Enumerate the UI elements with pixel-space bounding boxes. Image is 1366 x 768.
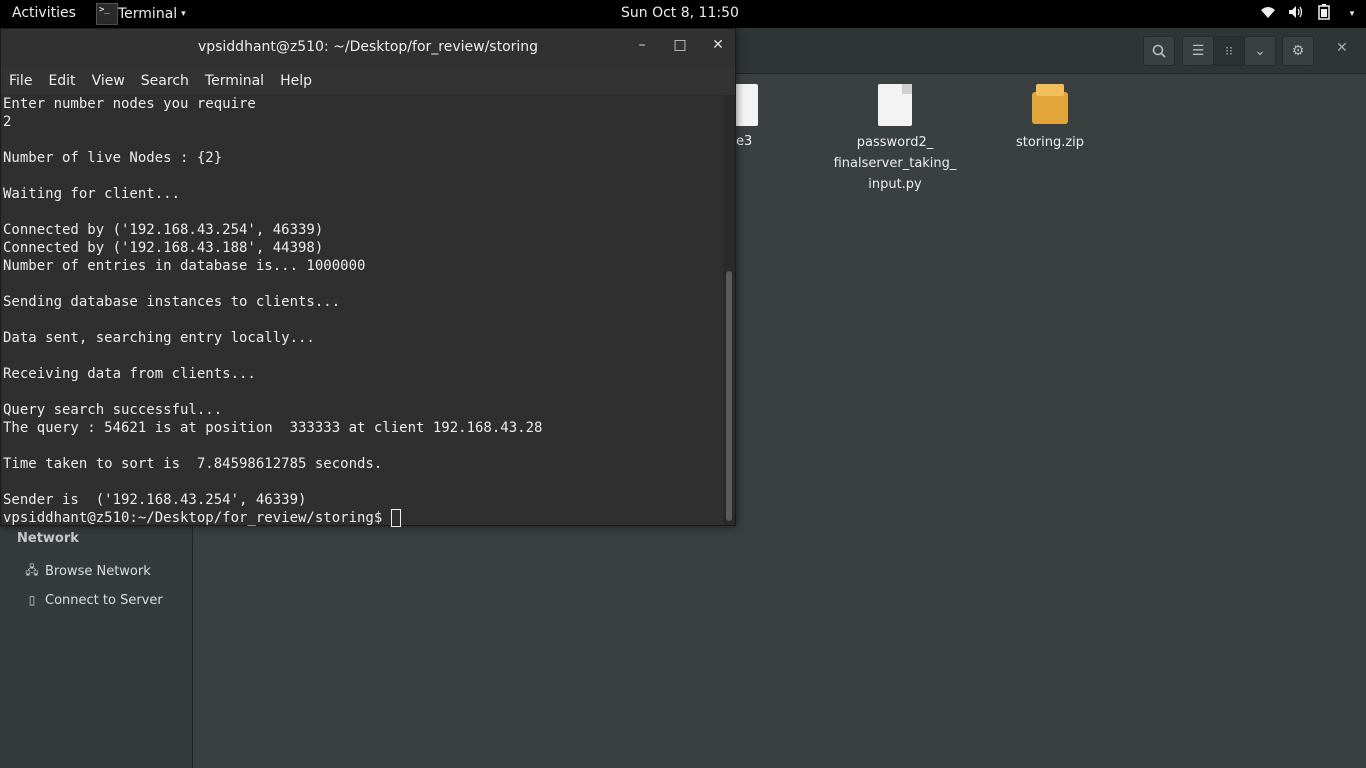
scrollbar-thumb[interactable] [726,271,732,521]
chevron-down-icon[interactable]: ▾ [1338,9,1366,19]
terminal-line: Waiting for client... [3,186,181,202]
wifi-icon[interactable] [1254,5,1282,23]
volume-icon[interactable] [1282,5,1310,23]
terminal-lines: Enter number nodes you require 2 Number … [3,96,542,508]
terminal-line: Query search successful... [3,402,223,418]
shell-prompt: vpsiddhant@z510:~/Desktop/for_review/sto… [3,510,391,526]
file-item-partial[interactable]: e3 [736,84,796,149]
terminal-line: Data sent, searching entry locally... [3,330,315,346]
sidebar-item-connect-server[interactable]: ▯ Connect to Server [24,589,163,611]
document-icon [878,84,912,126]
menu-edit[interactable]: Edit [40,73,83,89]
terminal-text: Enter number nodes you require 2 Number … [3,95,542,527]
menu-terminal[interactable]: Terminal [197,73,272,89]
terminal-line: Connected by ('192.168.43.188', 44398) [3,240,324,256]
system-tray[interactable]: ▾ [1254,0,1366,28]
window-title: vpsiddhant@z510: ~/Desktop/for_review/st… [197,39,539,55]
search-icon [1152,44,1166,58]
file-name-line: finalserver_taking_ [833,156,957,171]
settings-button[interactable]: ⚙ [1282,36,1314,66]
terminal-window[interactable]: vpsiddhant@z510: ~/Desktop/for_review/st… [0,28,736,527]
terminal-line: Sending database instances to clients... [3,294,341,310]
network-icon: 🖧 [25,562,39,577]
app-menu-label: Terminal [118,6,178,22]
terminal-line: Connected by ('192.168.43.254', 46339) [3,222,324,238]
file-name: storing.zip [1015,135,1085,150]
terminal-line: Number of entries in database is... 1000… [3,258,366,274]
menu-view[interactable]: View [84,73,133,89]
sidebar-item-label: Connect to Server [45,592,163,608]
terminal-output[interactable]: Enter number nodes you require 2 Number … [1,95,723,527]
menu-search[interactable]: Search [133,73,197,89]
terminal-line: 2 [3,114,12,130]
terminal-scrollbar[interactable] [723,95,735,525]
list-icon: ☰ [1191,43,1205,59]
clock[interactable]: Sun Oct 8, 11:50 [621,5,739,21]
text-cursor [390,509,401,527]
terminal-titlebar[interactable]: vpsiddhant@z510: ~/Desktop/for_review/st… [1,29,735,67]
minimize-button[interactable]: – [630,37,654,59]
server-icon: ▯ [28,593,36,607]
view-options-button[interactable]: ⌄ [1244,36,1276,66]
terminal-menubar: File Edit View Search Terminal Help [1,67,735,95]
terminal-line: Time taken to sort is 7.84598612785 seco… [3,456,383,472]
app-menu[interactable]: >_ Terminal ▾ [96,0,186,28]
sidebar-item-browse-network[interactable]: 🖧 Browse Network [24,560,151,582]
file-name-line: password2_ [856,135,934,150]
close-button[interactable]: ✕ [706,37,730,59]
gear-icon: ⚙ [1291,43,1305,59]
menu-file[interactable]: File [1,73,40,89]
file-item-storing-zip[interactable]: storing.zip [985,84,1115,153]
terminal-line: Enter number nodes you require [3,96,256,112]
close-icon[interactable]: ✕ [1336,40,1348,56]
file-name: e3 [736,134,753,149]
terminal-icon: >_ [96,3,118,25]
sidebar-heading-network: Network [17,531,79,546]
search-button[interactable] [1143,36,1175,66]
chevron-down-icon: ▾ [181,9,186,19]
grid-icon: ⁝⁝ [1225,44,1233,58]
menu-help[interactable]: Help [272,73,320,89]
activities-button[interactable]: Activities [12,5,76,21]
grid-view-button[interactable]: ⁝⁝ [1213,36,1245,66]
file-name-line: input.py [868,177,922,192]
archive-icon [1032,84,1068,124]
terminal-line: Number of live Nodes : {2} [3,150,223,166]
terminal-line: Receiving data from clients... [3,366,256,382]
terminal-line: The query : 54621 is at position 333333 … [3,420,543,436]
terminal-icon-glyph: >_ [99,5,110,15]
sidebar-item-label: Browse Network [45,563,151,579]
chevron-down-icon: ⌄ [1254,43,1266,59]
terminal-line: Sender is ('192.168.43.254', 46339) [3,492,307,508]
top-bar: Activities >_ Terminal ▾ Sun Oct 8, 11:5… [0,0,1366,28]
list-view-button[interactable]: ☰ [1182,36,1214,66]
battery-icon[interactable] [1310,4,1338,24]
file-item-password-py[interactable]: password2_ finalserver_taking_ input.py [830,84,960,195]
maximize-button[interactable]: □ [668,37,692,59]
document-icon [736,84,758,126]
